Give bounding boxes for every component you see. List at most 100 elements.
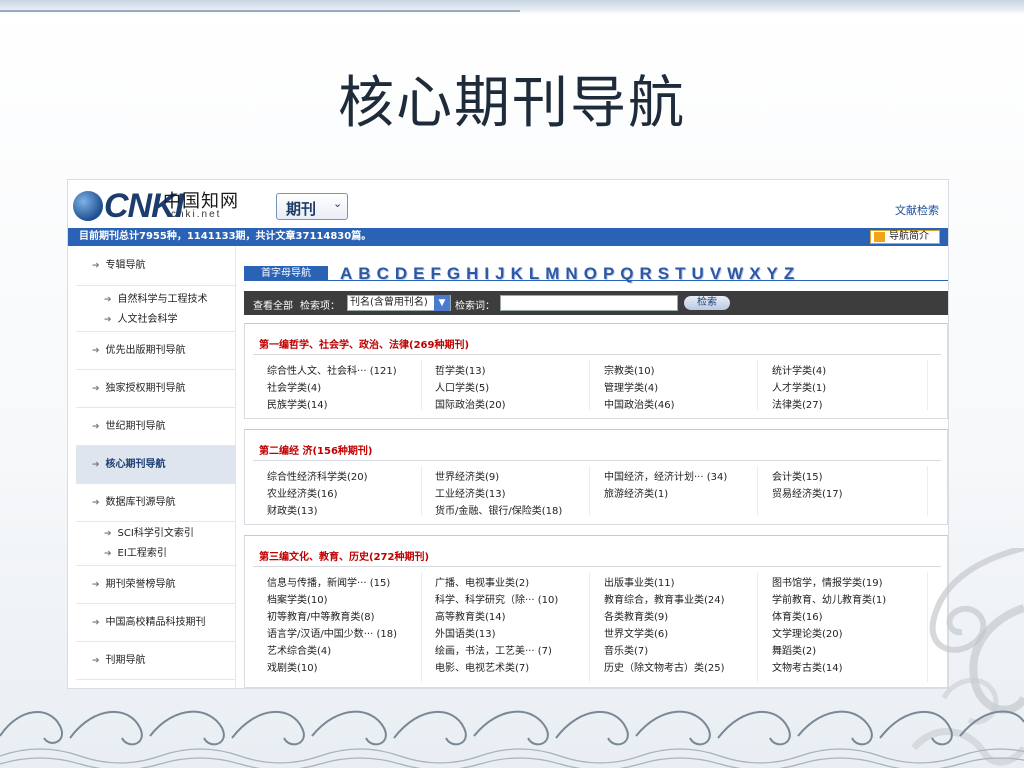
letter-link[interactable]: W	[727, 264, 743, 284]
letter-link[interactable]: H	[466, 264, 478, 284]
category-link[interactable]: 中国政治类(46)	[604, 396, 675, 411]
category-link[interactable]: 出版事业类(11)	[604, 574, 675, 589]
category-link[interactable]: 教育综合，教育事业类(24)	[604, 591, 725, 606]
sidebar-item-exclusive[interactable]: ➔ 独家授权期刊导航	[76, 370, 236, 408]
category-link[interactable]: 人口学类(5)	[435, 379, 489, 394]
category-link[interactable]: 音乐类(7)	[604, 642, 648, 657]
category-link[interactable]: 人才学类(1)	[772, 379, 826, 394]
sidebar-item-special-series[interactable]: ➔ 专辑导航	[76, 246, 236, 286]
section-title[interactable]: 第一编哲学、社会学、政治、法律(269种期刊)	[259, 336, 469, 351]
letter-link[interactable]: S	[658, 264, 669, 284]
chevron-down-icon[interactable]: ▼	[434, 295, 450, 311]
letter-link[interactable]: V	[710, 264, 721, 284]
letter-link[interactable]: J	[495, 264, 504, 284]
sidebar-item-natural-science[interactable]: ➔ 自然科学与工程技术	[76, 290, 236, 310]
category-link[interactable]: 会计类(15)	[772, 468, 823, 483]
category-link[interactable]: 各类教育类(9)	[604, 608, 668, 623]
sidebar-item-century[interactable]: ➔ 世纪期刊导航	[76, 408, 236, 446]
letter-link[interactable]: N	[565, 264, 577, 284]
sidebar-item-ei[interactable]: ➔ EI工程索引	[76, 544, 236, 566]
section-title[interactable]: 第二编经 济(156种期刊)	[259, 442, 373, 457]
letter-link[interactable]: Y	[767, 264, 778, 284]
tab-letter-nav[interactable]: 首字母导航	[244, 266, 948, 281]
letter-link[interactable]: G	[447, 264, 460, 284]
category-link[interactable]: 法律类(27)	[772, 396, 823, 411]
category-link[interactable]: 高等教育类(14)	[435, 608, 506, 623]
category-link[interactable]: 历史（除文物考古）类(25)	[604, 659, 725, 674]
category-link[interactable]: 绘画，书法，工艺美··· (7)	[435, 642, 552, 657]
letter-link[interactable]: Q	[620, 264, 633, 284]
guide-button[interactable]: 导航简介	[870, 230, 940, 244]
category-link[interactable]: 社会学类(4)	[267, 379, 321, 394]
letter-link[interactable]: I	[484, 264, 489, 284]
category-link[interactable]: 世界经济类(9)	[435, 468, 499, 483]
category-link[interactable]: 综合性经济科学类(20)	[267, 468, 368, 483]
category-link[interactable]: 档案学类(10)	[267, 591, 328, 606]
sidebar-item-period[interactable]: ➔ 刊期导航	[76, 642, 236, 680]
sidebar-item-honor-list[interactable]: ➔ 期刊荣誉榜导航	[76, 566, 236, 604]
sidebar-item-humanities[interactable]: ➔ 人文社会科学	[76, 310, 236, 332]
letter-link[interactable]: R	[640, 264, 652, 284]
category-link[interactable]: 宗教类(10)	[604, 362, 655, 377]
category-link[interactable]: 体育类(16)	[772, 608, 823, 623]
letter-link[interactable]: F	[430, 264, 440, 284]
letter-link[interactable]: C	[377, 264, 389, 284]
category-section: 第一编哲学、社会学、政治、法律(269种期刊) 综合性人文、社会科··· (12…	[244, 323, 948, 419]
category-link[interactable]: 文学理论类(20)	[772, 625, 843, 640]
category-link[interactable]: 信息与传播，新闻学··· (15)	[267, 574, 390, 589]
category-link[interactable]: 学前教育、幼儿教育类(1)	[772, 591, 886, 606]
category-link[interactable]: 管理学类(4)	[604, 379, 658, 394]
category-link[interactable]: 电影、电视艺术类(7)	[435, 659, 529, 674]
letter-link[interactable]: P	[603, 264, 614, 284]
sidebar-item-university-journals[interactable]: ➔ 中国高校精品科技期刊	[76, 604, 236, 642]
search-input[interactable]	[500, 295, 678, 311]
category-link[interactable]: 货币/金融、银行/保险类(18)	[435, 502, 562, 517]
letter-link[interactable]: O	[584, 264, 597, 284]
category-link[interactable]: 戏剧类(10)	[267, 659, 318, 674]
letter-link[interactable]: T	[675, 264, 685, 284]
letter-link[interactable]: D	[395, 264, 407, 284]
category-link[interactable]: 旅游经济类(1)	[604, 485, 668, 500]
letter-link[interactable]: U	[692, 264, 704, 284]
letter-link[interactable]: Z	[784, 264, 794, 284]
cnki-logo[interactable]: CNKI 中国知网 cnki.net	[73, 185, 248, 225]
product-select[interactable]: 期刊 ⌄	[276, 193, 348, 220]
category-link[interactable]: 科学、科学研究（除··· (10)	[435, 591, 558, 606]
category-link[interactable]: 舞蹈类(2)	[772, 642, 816, 657]
category-link[interactable]: 初等教育/中等教育类(8)	[267, 608, 375, 623]
letter-link[interactable]: A	[340, 264, 352, 284]
doc-search-link[interactable]: 文献检索	[895, 202, 939, 218]
category-link[interactable]: 统计学类(4)	[772, 362, 826, 377]
arrow-icon: ➔	[92, 261, 100, 271]
category-link[interactable]: 外国语类(13)	[435, 625, 496, 640]
category-link[interactable]: 民族学类(14)	[267, 396, 328, 411]
category-link[interactable]: 工业经济类(13)	[435, 485, 506, 500]
category-link[interactable]: 贸易经济类(17)	[772, 485, 843, 500]
category-link[interactable]: 图书馆学，情报学类(19)	[772, 574, 883, 589]
category-link[interactable]: 财政类(13)	[267, 502, 318, 517]
letter-link[interactable]: X	[749, 264, 760, 284]
sidebar-item-database-source[interactable]: ➔ 数据库刊源导航	[76, 484, 236, 522]
category-link[interactable]: 语言学/汉语/中国少数··· (18)	[267, 625, 397, 640]
letter-link[interactable]: E	[413, 264, 424, 284]
letter-link[interactable]: L	[529, 264, 539, 284]
category-link[interactable]: 农业经济类(16)	[267, 485, 338, 500]
letter-link[interactable]: K	[511, 264, 523, 284]
category-link[interactable]: 国际政治类(20)	[435, 396, 506, 411]
category-link[interactable]: 艺术综合类(4)	[267, 642, 331, 657]
view-all-link[interactable]: 查看全部	[253, 297, 293, 312]
category-link[interactable]: 哲学类(13)	[435, 362, 486, 377]
sidebar-item-priority-publish[interactable]: ➔ 优先出版期刊导航	[76, 332, 236, 370]
sidebar-item-sci[interactable]: ➔ SCI科学引文索引	[76, 524, 236, 544]
search-button[interactable]: 检索	[684, 296, 730, 310]
category-link[interactable]: 文物考古类(14)	[772, 659, 843, 674]
category-link[interactable]: 广播、电视事业类(2)	[435, 574, 529, 589]
letter-link[interactable]: M	[545, 264, 559, 284]
category-link[interactable]: 世界文学类(6)	[604, 625, 668, 640]
category-link[interactable]: 中国经济，经济计划··· (34)	[604, 468, 727, 483]
sidebar-item-label: 核心期刊导航	[105, 459, 166, 470]
category-link[interactable]: 综合性人文、社会科··· (121)	[267, 362, 397, 377]
section-title[interactable]: 第三编文化、教育、历史(272种期刊)	[259, 548, 429, 563]
sidebar-item-core-journals[interactable]: ➔ 核心期刊导航	[76, 446, 236, 484]
letter-link[interactable]: B	[358, 264, 370, 284]
